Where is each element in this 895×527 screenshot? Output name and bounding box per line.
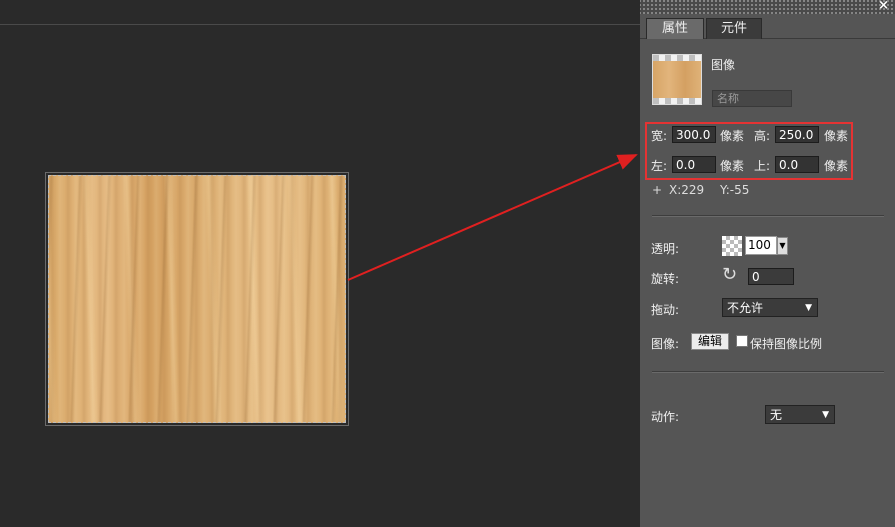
action-select[interactable]: 无 ▼ xyxy=(765,405,835,424)
selected-image-widget[interactable] xyxy=(45,172,349,426)
drag-label: 拖动: xyxy=(651,303,680,317)
height-input[interactable]: 250.0 xyxy=(775,126,819,143)
image-thumbnail xyxy=(652,54,702,105)
drag-select-value: 不允许 xyxy=(727,301,764,315)
opacity-dropdown-button[interactable]: ▼ xyxy=(777,237,788,255)
action-label: 动作: xyxy=(651,410,680,424)
top-label: 上: xyxy=(754,159,771,173)
properties-panel: × 属性 元件 图像 名称 宽: 300.0 像素 高: 250.0 像素 左:… xyxy=(640,0,895,527)
tab-properties[interactable]: 属性 xyxy=(646,18,704,39)
opacity-input[interactable]: 100 xyxy=(745,236,777,255)
chevron-down-icon: ▼ xyxy=(822,410,829,420)
name-input[interactable]: 名称 xyxy=(712,90,792,107)
tab-widgets[interactable]: 元件 xyxy=(706,18,762,39)
height-label: 高: xyxy=(754,129,771,143)
chevron-down-icon: ▼ xyxy=(805,303,812,313)
top-input[interactable]: 0.0 xyxy=(775,156,819,173)
image-type-label: 图像 xyxy=(711,58,736,72)
left-label: 左: xyxy=(651,159,668,173)
design-canvas[interactable] xyxy=(0,0,640,527)
coord-y: Y:-55 xyxy=(720,183,750,197)
panel-tabs: 属性 元件 xyxy=(640,14,895,39)
rotate-icon: ↻ xyxy=(722,264,738,285)
image-edit-label: 图像: xyxy=(651,337,680,351)
width-input[interactable]: 300.0 xyxy=(672,126,716,143)
top-unit-label: 像素 xyxy=(824,159,849,173)
coords-plus-icon: + xyxy=(652,183,663,197)
keep-ratio-label: 保持图像比例 xyxy=(750,337,823,351)
wood-texture-image[interactable] xyxy=(48,175,346,423)
divider xyxy=(652,215,884,217)
action-select-value: 无 xyxy=(770,408,783,422)
transparency-checker-icon xyxy=(722,236,742,256)
width-label: 宽: xyxy=(651,129,668,143)
keep-ratio-checkbox[interactable] xyxy=(736,335,748,347)
canvas-divider xyxy=(0,24,640,25)
close-icon[interactable]: × xyxy=(878,0,889,13)
drag-select[interactable]: 不允许 ▼ xyxy=(722,298,818,317)
rotation-label: 旋转: xyxy=(651,272,680,286)
coord-x: X:229 xyxy=(669,183,705,197)
divider xyxy=(652,371,884,373)
left-unit-label: 像素 xyxy=(720,159,745,173)
rotation-input[interactable]: 0 xyxy=(748,268,794,285)
edit-image-button[interactable]: 编辑 xyxy=(691,333,729,350)
left-input[interactable]: 0.0 xyxy=(672,156,716,173)
width-unit-label: 像素 xyxy=(720,129,745,143)
height-unit-label: 像素 xyxy=(824,129,849,143)
opacity-label: 透明: xyxy=(651,242,680,256)
panel-grip[interactable]: × xyxy=(640,0,895,14)
